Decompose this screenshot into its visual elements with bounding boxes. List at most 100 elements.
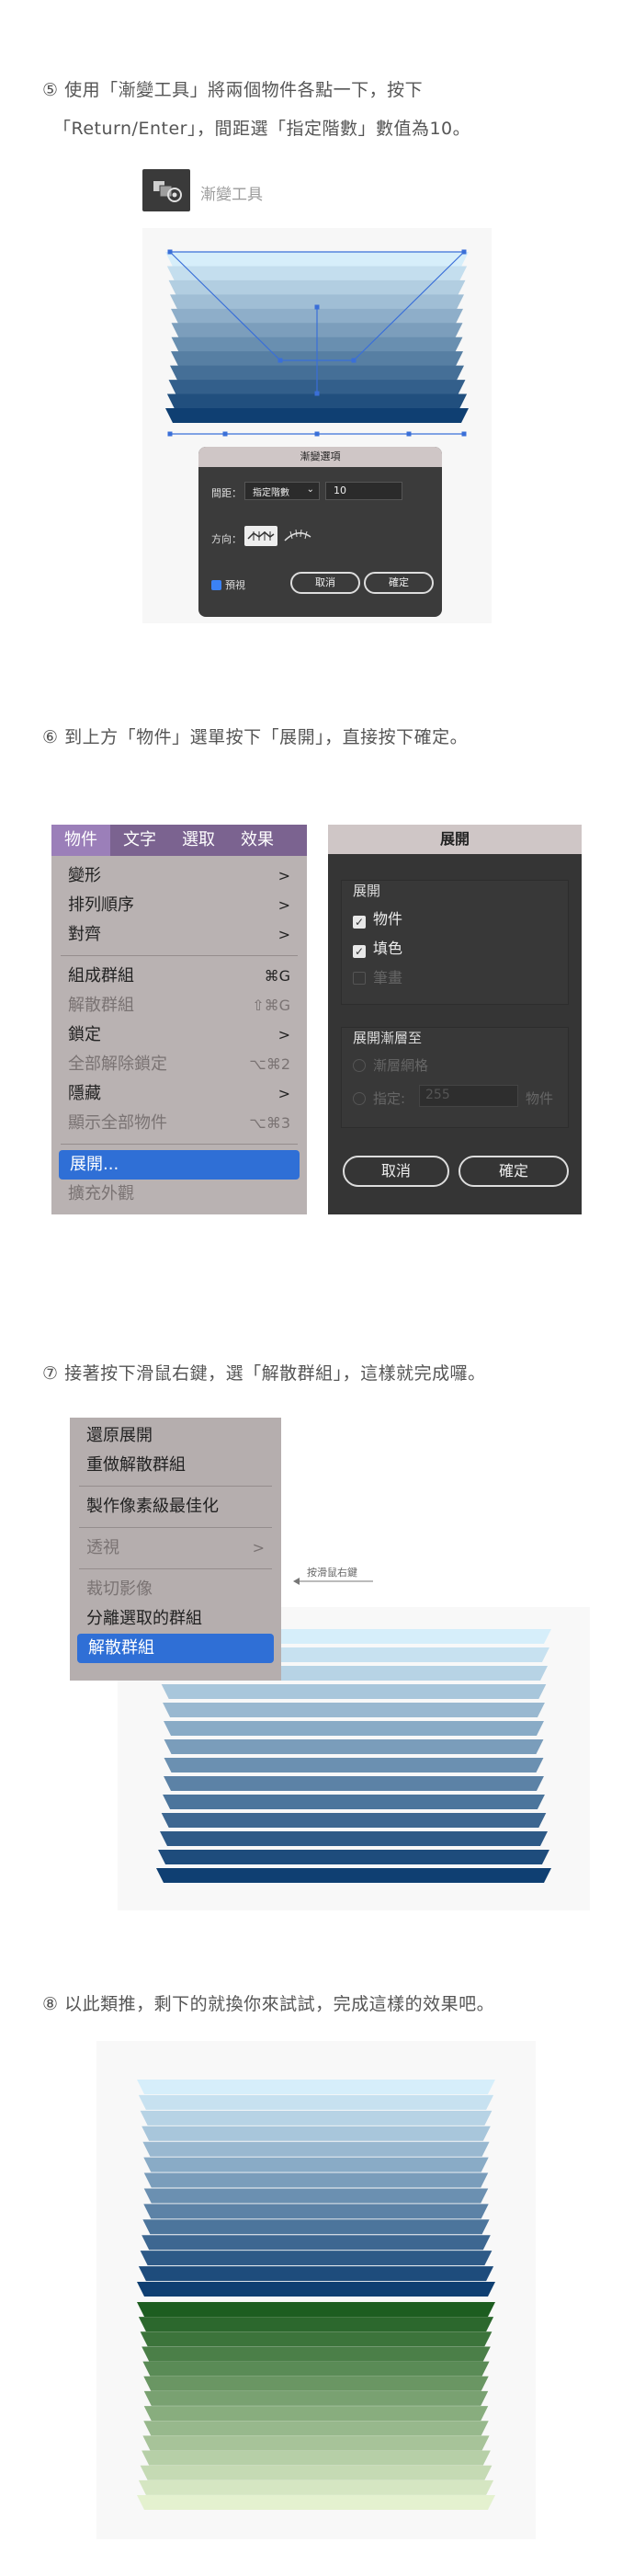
gradient-mesh-radio[interactable]: 漸層網格: [353, 1055, 428, 1075]
spacing-label: 間距：: [211, 487, 242, 499]
checkbox-checked-icon: ✓: [353, 945, 366, 958]
blend-step-shape-blue: [142, 2141, 490, 2157]
radio-icon: [353, 1059, 366, 1072]
blend-step-shape-blue: [137, 2282, 495, 2297]
menu-item[interactable]: 鎖定 >: [51, 1020, 307, 1050]
menubar-item[interactable]: 物件: [51, 825, 110, 856]
blend-step-shape-blue: [143, 2204, 489, 2219]
menubar: 物件 文字 選取 效果: [51, 825, 307, 856]
menu-item[interactable]: 重做解散群組: [70, 1451, 281, 1480]
menubar-item[interactable]: 文字: [110, 825, 169, 856]
menu-item-shortcut: ⇧⌘G: [252, 997, 290, 1014]
preview-checkbox[interactable]: 預視: [211, 577, 245, 592]
object-menu-screenshot: 物件 文字 選取 效果 變形 > 排列順序 > 對齊 > 組成群組 ⌘G 解散群組 ⇧⌘G 鎖定 > 全部解除…: [51, 825, 307, 1214]
align-to-page-icon[interactable]: [244, 526, 277, 546]
blend-step-shape-green: [140, 2331, 492, 2347]
menu-item[interactable]: 展開...: [59, 1150, 300, 1180]
blend-step-shape-green: [138, 2479, 494, 2495]
object-checkbox[interactable]: ✓ 物件: [353, 906, 402, 929]
menu-item-label: 解散群組: [88, 1638, 154, 1658]
spacing-select-value: 指定階數: [253, 488, 289, 498]
step8-text: ⑧ 以此類推，剩下的就換你來試試，完成這樣的效果吧。: [42, 1994, 495, 2014]
menu-item[interactable]: 排列順序 >: [51, 891, 307, 920]
menu-item[interactable]: 變形 >: [51, 861, 307, 891]
orientation-label: 方向：: [211, 533, 242, 545]
blend-step-shape: [158, 1850, 549, 1864]
blend-step-shape-green: [143, 2421, 489, 2436]
cancel-button[interactable]: 取消: [343, 1156, 449, 1187]
expand-section: 展開 ✓ 物件 ✓ 填色 筆畫: [341, 880, 569, 1005]
menu-item[interactable]: 製作像素級最佳化: [70, 1492, 281, 1522]
steps-input[interactable]: 10: [325, 482, 402, 500]
specify-input[interactable]: 255: [419, 1085, 518, 1107]
menu-item[interactable]: 還原展開: [70, 1421, 281, 1451]
blend-step-shape-green: [142, 2435, 490, 2451]
stroke-checkbox[interactable]: 筆畫: [353, 965, 402, 987]
menu-item-label: 製作像素級最佳化: [86, 1497, 219, 1516]
ok-button[interactable]: 確定: [459, 1156, 569, 1187]
menu-separator: [79, 1527, 272, 1528]
blend-step-shape: [161, 1813, 547, 1828]
menu-item-label: 重做解散群組: [86, 1455, 186, 1475]
menu-item[interactable]: 解散群組: [77, 1634, 274, 1663]
blend-step-shape-green: [143, 2390, 489, 2406]
blend-step-shape: [161, 1684, 547, 1699]
fill-checkbox[interactable]: ✓ 填色: [353, 936, 402, 958]
menu-item-label: 分離選取的群組: [86, 1609, 202, 1628]
menu-item[interactable]: 透視 >: [70, 1533, 281, 1563]
blend-step-shape-blue: [143, 2157, 489, 2172]
annotation: 按滑鼠右鍵: [292, 1565, 375, 1585]
menu-item[interactable]: 對齊 >: [51, 920, 307, 950]
menu-item[interactable]: 裁切影像: [70, 1575, 281, 1604]
menu-item[interactable]: 解散群組 ⇧⌘G: [51, 991, 307, 1020]
menu-item-label: 變形: [68, 866, 101, 885]
menu-item[interactable]: 分離選取的群組: [70, 1604, 281, 1634]
expand-gradient-title: 展開漸層至: [353, 1030, 423, 1046]
radio-icon: [353, 1092, 366, 1105]
chevron-right-icon: >: [277, 896, 290, 914]
menubar-item[interactable]: 效果: [228, 825, 287, 856]
cancel-button[interactable]: 取消: [290, 572, 360, 594]
menu-separator: [61, 955, 298, 956]
context-menu: 還原展開重做解散群組製作像素級最佳化透視 > 裁切影像分離選取的群組 解散群組: [70, 1418, 281, 1681]
chevron-right-icon: >: [277, 867, 290, 884]
anchor-point: [461, 431, 467, 437]
menu-item[interactable]: 顯示全部物件 ⌥⌘3: [51, 1109, 307, 1138]
blend-options-dialog: 漸變選項 間距： 指定階數 ⌄ 10 方向： 預視 取消 確定: [198, 447, 442, 617]
step5-line1: ⑤ 使用「漸變工具」將兩個物件各點一下，按下: [42, 80, 424, 100]
chevron-right-icon: >: [277, 926, 290, 943]
blend-tool-icon: [142, 169, 190, 211]
blend-step-shape-blue: [142, 2126, 491, 2141]
blend-step-shape-green: [142, 2450, 491, 2466]
specify-radio[interactable]: 指定:: [353, 1089, 405, 1108]
blend-step-shape: [159, 1831, 549, 1846]
align-to-path-icon[interactable]: [281, 526, 314, 546]
blend-step-shape-blue: [138, 2094, 494, 2110]
menu-item-label: 還原展開: [86, 1426, 153, 1445]
menubar-item[interactable]: 選取: [169, 825, 228, 856]
anchor-point: [351, 358, 357, 363]
spacing-select[interactable]: 指定階數 ⌄: [244, 482, 320, 500]
checkbox-unchecked-icon: [353, 972, 366, 985]
blend-step-shape-green: [140, 2465, 492, 2480]
menu-item-label: 隱藏: [68, 1084, 101, 1103]
fill-label: 填色: [373, 940, 403, 957]
checkbox-checked-icon: ✓: [353, 916, 366, 929]
blend-step-shape: [166, 393, 468, 409]
ok-button[interactable]: 確定: [364, 572, 434, 594]
blend-step-shape: [166, 266, 468, 281]
blend-step-shape-green: [137, 2495, 495, 2510]
menu-item-label: 解散群組: [68, 996, 134, 1015]
blend-step-shape: [168, 279, 466, 295]
menu-item-shortcut: ⌥⌘2: [249, 1055, 290, 1073]
menu-item[interactable]: 組成群組 ⌘G: [51, 962, 307, 991]
blend-step-shape-green: [142, 2346, 491, 2362]
menu-item[interactable]: 全部解除鎖定 ⌥⌘2: [51, 1050, 307, 1079]
blend-step-shape: [163, 1795, 545, 1809]
blend-step-shape-green: [137, 2302, 495, 2317]
anchor-point: [277, 358, 283, 363]
menu-item[interactable]: 擴充外觀: [51, 1180, 307, 1209]
menu-item-label: 全部解除鎖定: [68, 1054, 167, 1074]
menu-item[interactable]: 隱藏 >: [51, 1079, 307, 1109]
menu-item-shortcut: ⌘G: [264, 967, 290, 985]
